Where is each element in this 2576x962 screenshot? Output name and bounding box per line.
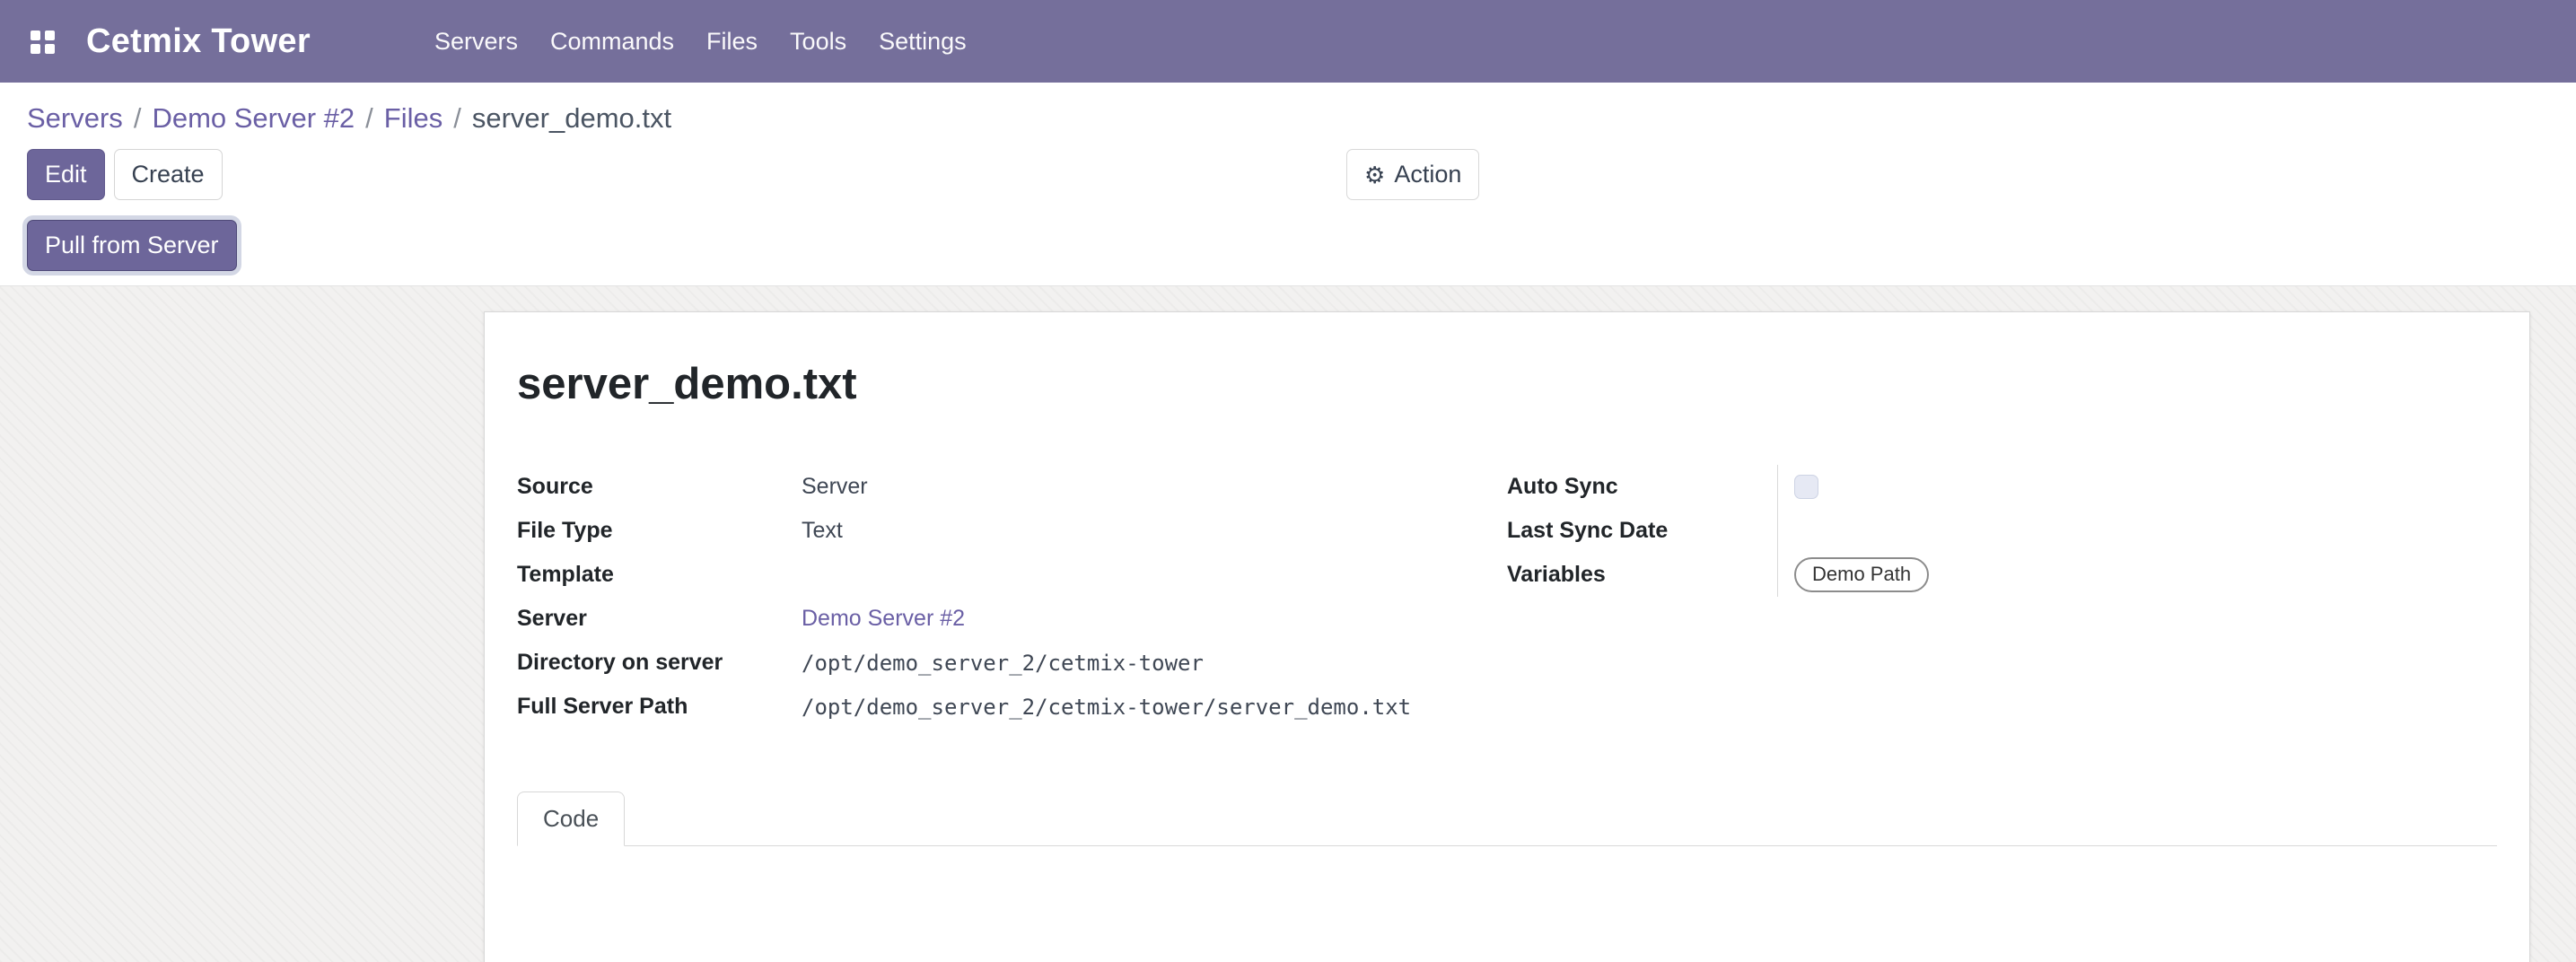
breadcrumb-separator: / xyxy=(453,102,461,135)
field-value-file-type: Text xyxy=(802,518,843,544)
breadcrumb-files[interactable]: Files xyxy=(384,102,442,135)
server-link[interactable]: Demo Server #2 xyxy=(802,606,965,631)
breadcrumb-servers[interactable]: Servers xyxy=(27,102,123,135)
group-separator xyxy=(1777,509,1957,553)
field-label-file-type: File Type xyxy=(517,517,802,545)
main-menu: Servers Commands Files Tools Settings xyxy=(418,0,983,83)
notebook-tabs: Code xyxy=(517,791,2497,846)
field-variables: Variables Demo Path xyxy=(1507,553,2497,597)
right-field-group: Auto Sync Last Sync Date Variables xyxy=(1507,465,2497,729)
control-panel: Servers / Demo Server #2 / Files / serve… xyxy=(0,83,2576,286)
pull-row: Pull from Server xyxy=(27,220,2549,271)
grid-squares-icon xyxy=(28,26,58,57)
auto-sync-checkbox[interactable] xyxy=(1794,475,1818,499)
menu-files[interactable]: Files xyxy=(690,0,774,83)
field-label-template: Template xyxy=(517,561,802,589)
field-label-server: Server xyxy=(517,605,802,633)
field-label-full-path: Full Server Path xyxy=(517,693,802,721)
app-brand-title: Cetmix Tower xyxy=(86,22,311,61)
form-sheet: server_demo.txt Source Server File Type … xyxy=(484,311,2530,962)
page: Cetmix Tower Servers Commands Files Tool… xyxy=(0,0,2576,962)
action-button-wrap: ⚙ Action xyxy=(1346,149,1479,200)
create-button[interactable]: Create xyxy=(114,149,223,200)
field-file-type: File Type Text xyxy=(517,509,1507,553)
action-button-label: Action xyxy=(1394,162,1461,187)
action-button[interactable]: ⚙ Action xyxy=(1346,149,1479,200)
field-groups: Source Server File Type Text Template Se… xyxy=(517,465,2497,729)
group-separator xyxy=(1777,465,1957,509)
field-value-directory: /opt/demo_server_2/cetmix-tower xyxy=(802,651,1204,676)
pull-from-server-button[interactable]: Pull from Server xyxy=(27,220,237,271)
field-last-sync-date: Last Sync Date xyxy=(1507,509,2497,553)
breadcrumb-demo-server[interactable]: Demo Server #2 xyxy=(152,102,355,135)
field-full-path: Full Server Path /opt/demo_server_2/cetm… xyxy=(517,685,1507,729)
field-label-last-sync: Last Sync Date xyxy=(1507,517,1777,545)
field-value-source: Server xyxy=(802,474,868,500)
menu-commands[interactable]: Commands xyxy=(534,0,690,83)
tab-code-content xyxy=(517,846,2497,962)
menu-settings[interactable]: Settings xyxy=(863,0,983,83)
button-row: Edit Create ⚙ Action xyxy=(27,149,2549,200)
gear-icon: ⚙ xyxy=(1364,163,1385,187)
left-field-group: Source Server File Type Text Template Se… xyxy=(517,465,1507,729)
breadcrumb-separator: / xyxy=(134,102,142,135)
breadcrumb-separator: / xyxy=(365,102,373,135)
breadcrumb: Servers / Demo Server #2 / Files / serve… xyxy=(27,102,2549,135)
field-source: Source Server xyxy=(517,465,1507,509)
field-directory: Directory on server /opt/demo_server_2/c… xyxy=(517,641,1507,685)
menu-tools[interactable]: Tools xyxy=(774,0,863,83)
field-label-variables: Variables xyxy=(1507,561,1777,589)
top-navbar: Cetmix Tower Servers Commands Files Tool… xyxy=(0,0,2576,83)
field-label-source: Source xyxy=(517,473,802,501)
field-auto-sync: Auto Sync xyxy=(1507,465,2497,509)
notebook: Code xyxy=(517,791,2497,962)
record-title: server_demo.txt xyxy=(517,359,2497,409)
apps-menu-icon[interactable] xyxy=(27,25,59,57)
field-label-directory: Directory on server xyxy=(517,649,802,677)
menu-servers[interactable]: Servers xyxy=(418,0,534,83)
breadcrumb-current: server_demo.txt xyxy=(472,102,671,135)
group-separator: Demo Path xyxy=(1777,553,1957,597)
field-template: Template xyxy=(517,553,1507,597)
form-view-background: server_demo.txt Source Server File Type … xyxy=(0,286,2576,962)
edit-button[interactable]: Edit xyxy=(27,149,105,200)
field-server: Server Demo Server #2 xyxy=(517,597,1507,641)
variable-tag-demo-path: Demo Path xyxy=(1794,557,1929,592)
field-label-auto-sync: Auto Sync xyxy=(1507,473,1777,501)
tab-code[interactable]: Code xyxy=(517,791,625,846)
field-value-full-path: /opt/demo_server_2/cetmix-tower/server_d… xyxy=(802,695,1411,720)
